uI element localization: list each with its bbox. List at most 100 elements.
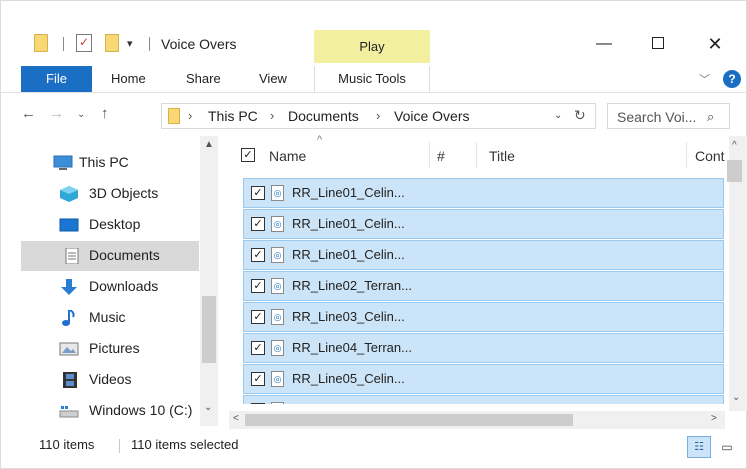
row-checkbox[interactable]: ✓ bbox=[251, 403, 265, 404]
nav-label: Desktop bbox=[89, 216, 141, 232]
address-bar[interactable]: › This PC › Documents › Voice Overs ⌄ ↻ bbox=[161, 103, 596, 129]
breadcrumb-separator[interactable]: › bbox=[270, 108, 274, 123]
breadcrumb-voice-overs[interactable]: Voice Overs bbox=[394, 108, 469, 124]
file-row[interactable]: ✓ ◎ RR_Line01_Celin... bbox=[243, 240, 724, 270]
file-name: RR_Line01_Celin... bbox=[292, 247, 405, 262]
nav-item-documents[interactable]: Documents bbox=[21, 241, 199, 271]
nav-scroll-up-icon[interactable]: ▲ bbox=[204, 139, 214, 150]
nav-label: Videos bbox=[89, 371, 132, 387]
tab-home[interactable]: Home bbox=[111, 66, 146, 92]
nav-pane-scrollbar[interactable] bbox=[200, 136, 218, 426]
breadcrumb-this-pc[interactable]: This PC bbox=[208, 108, 258, 124]
cube-icon bbox=[60, 186, 78, 202]
forward-arrow-icon[interactable]: → bbox=[49, 105, 64, 122]
column-divider[interactable] bbox=[429, 142, 430, 168]
column-header-contributing-artists[interactable]: Cont bbox=[695, 148, 725, 164]
tab-file[interactable]: File bbox=[21, 66, 92, 92]
file-row[interactable]: ✓ ◎ RR_Line01_Celin... bbox=[243, 209, 724, 239]
file-row[interactable]: ✓ ◎ RR_Line01_Celin... bbox=[243, 178, 724, 208]
search-input[interactable]: Search Voi... bbox=[617, 109, 696, 125]
computer-icon bbox=[53, 155, 73, 170]
large-icons-view-icon[interactable]: ▭ bbox=[717, 436, 737, 458]
horizontal-scroll-thumb[interactable] bbox=[245, 414, 573, 426]
nav-item-desktop[interactable]: Desktop bbox=[21, 210, 199, 240]
row-checkbox[interactable]: ✓ bbox=[251, 279, 265, 293]
expand-ribbon-icon[interactable]: ﹀ bbox=[699, 71, 710, 87]
quick-access-dropdown-icon[interactable]: ▾ bbox=[127, 37, 133, 50]
nav-item-music[interactable]: Music bbox=[21, 303, 199, 333]
audio-file-icon: ◎ bbox=[271, 402, 284, 404]
nav-item-videos[interactable]: Videos bbox=[21, 365, 199, 395]
sort-ascending-icon: ^ bbox=[317, 134, 323, 146]
column-header-title[interactable]: Title bbox=[489, 148, 515, 164]
search-box[interactable]: Search Voi... ⌕ bbox=[607, 103, 730, 129]
context-tab-header-play: Play bbox=[314, 30, 430, 63]
selected-count: 110 items selected bbox=[131, 437, 239, 452]
nav-item-this-pc[interactable]: This PC bbox=[21, 148, 199, 178]
list-scroll-up-icon[interactable]: ^ bbox=[732, 140, 737, 151]
breadcrumb-separator[interactable]: › bbox=[376, 108, 380, 123]
nav-pane-scroll-thumb[interactable] bbox=[202, 296, 216, 363]
select-all-checkbox[interactable]: ✓ bbox=[241, 148, 255, 162]
audio-file-icon: ◎ bbox=[271, 278, 284, 294]
row-checkbox[interactable]: ✓ bbox=[251, 217, 265, 231]
recent-locations-icon[interactable]: ⌄ bbox=[77, 109, 85, 120]
file-name: RR_Line01_Celin... bbox=[292, 216, 405, 231]
column-header-name[interactable]: Name bbox=[269, 148, 306, 164]
column-headers: ✓ ^ Name # Title Cont bbox=[229, 134, 725, 176]
file-list-pane: ✓ ^ Name # Title Cont ✓ ◎ RR_Line01_Celin.… bbox=[229, 134, 747, 426]
new-folder-icon[interactable] bbox=[105, 34, 119, 52]
nav-scroll-down-icon[interactable]: ⌄ bbox=[204, 402, 212, 413]
minimize-button[interactable]: — bbox=[581, 31, 627, 57]
file-name: RR_Line04_Terran... bbox=[292, 340, 412, 355]
refresh-icon[interactable]: ↻ bbox=[574, 107, 586, 124]
tab-share[interactable]: Share bbox=[186, 66, 221, 92]
row-checkbox[interactable]: ✓ bbox=[251, 372, 265, 386]
column-header-number[interactable]: # bbox=[437, 148, 445, 164]
properties-check-icon[interactable]: ✓ bbox=[76, 34, 92, 52]
file-row[interactable]: ✓ ◎ RR_Line05_Celin... bbox=[243, 364, 724, 394]
maximize-button[interactable] bbox=[635, 31, 681, 57]
nav-label: Windows 10 (C:) bbox=[89, 402, 193, 418]
film-icon bbox=[63, 372, 77, 388]
search-icon[interactable]: ⌕ bbox=[707, 109, 714, 125]
file-name: RR_Line02_Terran... bbox=[292, 278, 412, 293]
back-arrow-icon[interactable]: ← bbox=[21, 105, 36, 122]
nav-item-pictures[interactable]: Pictures bbox=[21, 334, 199, 364]
scroll-right-icon[interactable]: > bbox=[711, 413, 717, 424]
row-checkbox[interactable]: ✓ bbox=[251, 248, 265, 262]
column-divider[interactable] bbox=[686, 142, 687, 168]
quick-access-divider bbox=[149, 37, 150, 51]
music-note-icon bbox=[62, 310, 75, 326]
file-row[interactable]: ✓ ◎ RR_Line02_Terran... bbox=[243, 271, 724, 301]
tab-music-tools[interactable]: Music Tools bbox=[314, 66, 430, 92]
horizontal-scrollbar[interactable]: < > bbox=[229, 411, 725, 429]
help-icon[interactable]: ? bbox=[723, 70, 741, 88]
address-dropdown-icon[interactable]: ⌄ bbox=[554, 110, 562, 121]
file-row[interactable]: ✓ ◎ RR_Line04_Terran... bbox=[243, 333, 724, 363]
nav-item-downloads[interactable]: Downloads bbox=[21, 272, 199, 302]
nav-label: This PC bbox=[79, 154, 129, 170]
folder-icon bbox=[168, 108, 180, 124]
folder-icon[interactable] bbox=[34, 34, 48, 52]
file-list-scroll-thumb[interactable] bbox=[727, 160, 742, 182]
address-row: ← → ⌄ ↑ › This PC › Documents › Voice Ov… bbox=[1, 101, 747, 131]
scroll-left-icon[interactable]: < bbox=[233, 413, 239, 424]
list-scroll-down-icon[interactable]: ⌄ bbox=[732, 392, 740, 403]
details-view-icon[interactable]: ☷ bbox=[687, 436, 711, 458]
file-row[interactable]: ✓ ◎ RR_Line03_Celin... bbox=[243, 302, 724, 332]
file-row[interactable]: ✓ ◎ RR_Line06_Terran... bbox=[243, 395, 724, 404]
nav-label: Documents bbox=[89, 247, 160, 263]
column-divider[interactable] bbox=[476, 142, 477, 168]
breadcrumb-documents[interactable]: Documents bbox=[288, 108, 359, 124]
file-name: RR_Line01_Celin... bbox=[292, 185, 405, 200]
tab-view[interactable]: View bbox=[259, 66, 287, 92]
row-checkbox[interactable]: ✓ bbox=[251, 341, 265, 355]
close-button[interactable]: ✕ bbox=[692, 31, 738, 57]
row-checkbox[interactable]: ✓ bbox=[251, 310, 265, 324]
audio-file-icon: ◎ bbox=[271, 340, 284, 356]
nav-item-3d-objects[interactable]: 3D Objects bbox=[21, 179, 199, 209]
nav-item-windows-c[interactable]: Windows 10 (C:) bbox=[21, 396, 199, 426]
up-arrow-icon[interactable]: ↑ bbox=[101, 105, 109, 122]
row-checkbox[interactable]: ✓ bbox=[251, 186, 265, 200]
